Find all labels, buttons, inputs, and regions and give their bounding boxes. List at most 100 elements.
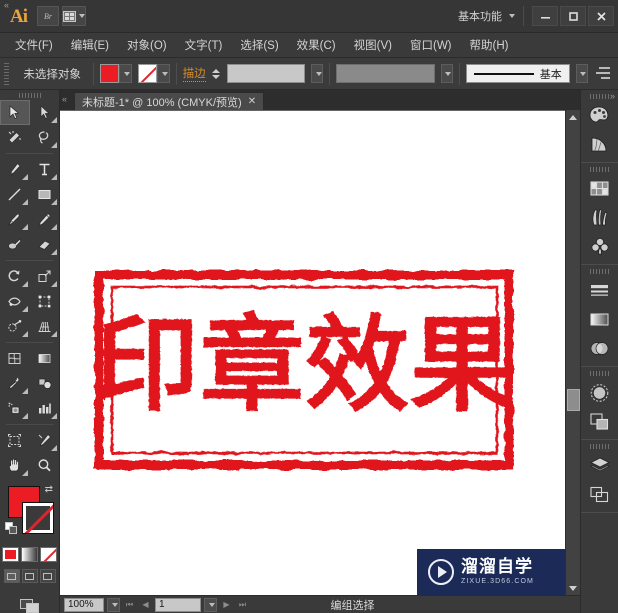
blob-brush-tool[interactable] (0, 232, 30, 257)
eraser-tool[interactable] (30, 232, 60, 257)
eyedropper-tool[interactable] (0, 371, 30, 396)
pen-tool[interactable] (0, 157, 30, 182)
stroke-weight-stepper[interactable] (211, 64, 221, 83)
panel-grip[interactable] (589, 444, 610, 449)
stroke-panel-link[interactable]: 描边 (182, 65, 206, 82)
panel-grip[interactable] (589, 94, 610, 99)
menu-window[interactable]: 窗口(W) (401, 34, 461, 56)
toolbar-stroke-swatch[interactable] (22, 502, 54, 535)
fill-color-control[interactable] (99, 64, 132, 83)
zoom-dropdown-button[interactable] (107, 597, 120, 612)
panel-options-icon[interactable] (594, 66, 610, 82)
scroll-up-button[interactable] (566, 110, 581, 124)
workspace-switcher[interactable]: 基本功能 (458, 6, 524, 26)
scale-tool[interactable] (30, 264, 60, 289)
previous-artboard-button[interactable]: ◀ (139, 598, 152, 612)
slice-tool[interactable] (30, 428, 60, 453)
gradient-mode-button[interactable] (21, 547, 38, 562)
full-screen-mode-button[interactable] (39, 569, 56, 583)
bridge-icon[interactable]: Br (37, 6, 59, 26)
artboard-number-input[interactable]: 1 (155, 597, 201, 612)
menu-select[interactable]: 选择(S) (231, 34, 287, 56)
menu-help[interactable]: 帮助(H) (461, 34, 518, 56)
expand-panels-icon[interactable]: » (610, 91, 615, 101)
default-fill-stroke-icon[interactable] (5, 522, 18, 535)
artboards-panel-icon[interactable] (583, 480, 617, 509)
scroll-down-button[interactable] (566, 581, 581, 595)
perspective-grid-tool[interactable] (30, 314, 60, 339)
magic-wand-tool[interactable] (0, 125, 30, 150)
hand-tool[interactable] (0, 453, 30, 478)
menu-type[interactable]: 文字(T) (176, 34, 232, 56)
maximize-button[interactable] (560, 6, 586, 26)
fill-dropdown-button[interactable] (118, 64, 132, 83)
color-guide-panel-icon[interactable] (583, 130, 617, 159)
type-tool[interactable] (30, 157, 60, 182)
fill-swatch[interactable] (99, 64, 119, 83)
artboard-tool[interactable] (0, 428, 30, 453)
last-artboard-button[interactable]: ⏭ (236, 598, 249, 612)
stroke-panel-icon[interactable] (583, 276, 617, 305)
paintbrush-tool[interactable] (0, 207, 30, 232)
first-artboard-button[interactable]: ⏮ (123, 598, 136, 612)
symbols-panel-icon[interactable] (583, 232, 617, 261)
none-mode-button[interactable] (40, 547, 57, 562)
pencil-tool[interactable] (30, 207, 60, 232)
collapse-panel-icon[interactable]: « (4, 0, 9, 10)
shape-builder-tool[interactable] (0, 314, 30, 339)
rotate-tool[interactable] (0, 264, 30, 289)
artboard-canvas[interactable]: 印章效果 溜溜自学 ZIXUE.3D66.COM (60, 110, 565, 595)
swatches-panel-icon[interactable] (583, 174, 617, 203)
control-bar-grip[interactable] (4, 62, 10, 85)
panel-grip[interactable] (589, 269, 610, 274)
collapse-panel-icon[interactable]: « (62, 94, 67, 104)
panel-grip[interactable] (589, 371, 610, 376)
appearance-panel-icon[interactable] (583, 378, 617, 407)
blend-tool[interactable] (30, 371, 60, 396)
brush-definition-input[interactable]: 基本 (465, 64, 570, 83)
gradient-tool[interactable] (30, 346, 60, 371)
menu-object[interactable]: 对象(O) (118, 34, 176, 56)
brush-definition-dropdown-button[interactable] (575, 64, 588, 83)
direct-selection-tool[interactable] (30, 100, 60, 125)
transparency-panel-icon[interactable] (583, 334, 617, 363)
mesh-tool[interactable] (0, 346, 30, 371)
close-icon[interactable]: ✕ (248, 96, 256, 107)
brushes-panel-icon[interactable] (583, 203, 617, 232)
graphic-styles-panel-icon[interactable] (583, 407, 617, 436)
stroke-color-control[interactable] (137, 64, 170, 83)
scroll-thumb[interactable] (566, 389, 580, 412)
tools-panel-header[interactable]: « (0, 0, 59, 100)
zoom-tool[interactable] (30, 453, 60, 478)
color-mode-button[interactable] (2, 547, 19, 562)
variable-width-profile-input[interactable] (336, 64, 435, 83)
column-graph-tool[interactable] (30, 396, 60, 421)
close-button[interactable] (588, 6, 614, 26)
menu-effect[interactable]: 效果(C) (288, 34, 345, 56)
document-tab[interactable]: 未标题-1* @ 100% (CMYK/预览) ✕ (74, 92, 265, 110)
menu-edit[interactable]: 编辑(E) (62, 34, 118, 56)
lasso-tool[interactable] (30, 125, 60, 150)
stamp-artwork[interactable]: 印章效果 (90, 266, 520, 486)
free-transform-tool[interactable] (30, 289, 60, 314)
variable-width-dropdown-button[interactable] (440, 64, 453, 83)
full-screen-with-menu-button[interactable] (21, 569, 38, 583)
menu-view[interactable]: 视图(V) (345, 34, 401, 56)
layers-panel-icon[interactable] (583, 451, 617, 480)
zoom-level-input[interactable]: 100% (64, 597, 104, 612)
rectangle-tool[interactable] (30, 182, 60, 207)
stroke-dropdown-button[interactable] (156, 64, 170, 83)
arrange-documents-icon[interactable] (62, 6, 86, 26)
artboard-dropdown-button[interactable] (204, 597, 217, 612)
stroke-weight-dropdown-button[interactable] (311, 64, 324, 83)
stroke-swatch[interactable] (137, 64, 157, 83)
change-screen-mode-icon[interactable] (0, 585, 59, 613)
selection-tool[interactable] (0, 100, 30, 126)
minimize-button[interactable] (532, 6, 558, 26)
menu-file[interactable]: 文件(F) (6, 34, 62, 56)
color-panel-icon[interactable] (583, 101, 617, 130)
panel-grip[interactable] (589, 167, 610, 172)
swap-fill-stroke-icon[interactable]: ⇄ (45, 484, 53, 495)
normal-screen-mode-button[interactable] (3, 569, 20, 583)
width-tool[interactable] (0, 289, 30, 314)
